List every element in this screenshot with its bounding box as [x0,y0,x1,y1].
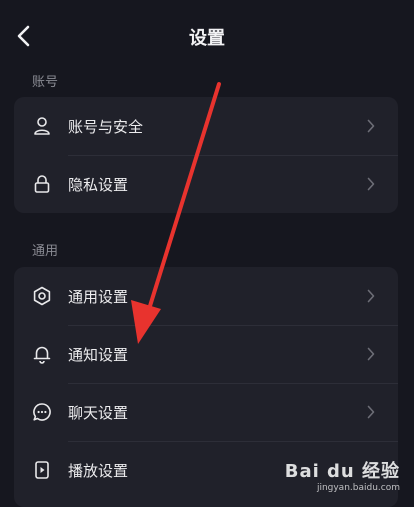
chevron-right-icon [364,405,378,419]
chevron-right-icon [364,347,378,361]
page-title: 设置 [189,28,225,49]
watermark-url: jingyan.baidu.com [316,483,400,493]
account-card: 账号与安全 隐私设置 [14,97,398,213]
top-bar: 设置 [0,0,414,72]
settings-item-account-security[interactable]: 账号与安全 [14,97,398,155]
section-label-account: 账号 [32,75,59,90]
settings-item-label: 隐私设置 [68,175,129,194]
settings-item-general[interactable]: 通用设置 [14,267,398,325]
play-device-icon [32,460,52,480]
watermark: Bai du 经验 jingyan.baidu.com [285,457,400,493]
gear-icon [32,286,52,306]
settings-item-label: 通知设置 [68,345,129,364]
settings-item-label: 聊天设置 [68,403,129,422]
person-icon [32,116,52,136]
lock-icon [32,174,52,194]
settings-item-chat[interactable]: 聊天设置 [14,383,398,441]
chevron-right-icon [364,289,378,303]
watermark-logo: Bai du 经验 [284,461,400,482]
chat-bubble-icon [32,402,52,422]
settings-item-label: 通用设置 [68,287,129,306]
bell-icon [32,344,52,364]
settings-item-label: 账号与安全 [68,117,144,136]
section-label-general: 通用 [32,244,59,259]
settings-item-privacy[interactable]: 隐私设置 [14,155,398,213]
chevron-right-icon [364,177,378,191]
settings-item-notifications[interactable]: 通知设置 [14,325,398,383]
chevron-right-icon [364,119,378,133]
